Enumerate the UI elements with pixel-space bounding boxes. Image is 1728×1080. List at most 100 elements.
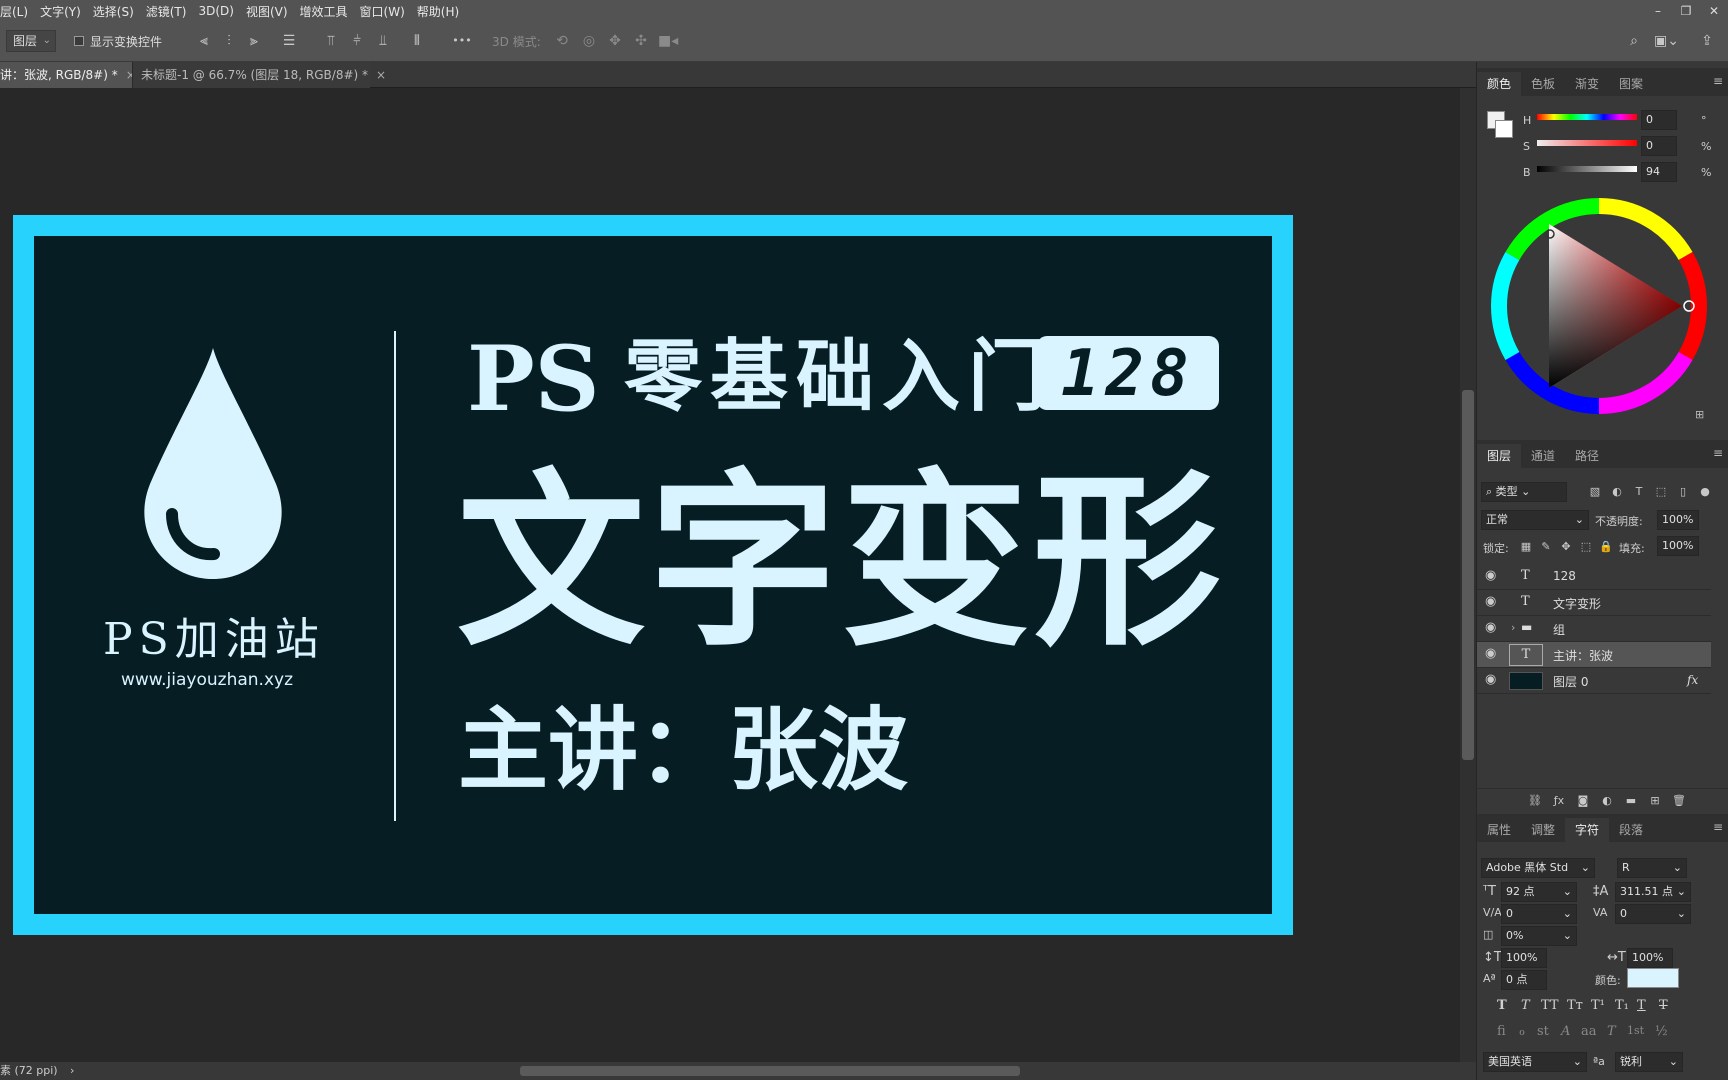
filter-pixel-icon[interactable]: ▧ xyxy=(1587,482,1603,502)
restore-button[interactable]: ❐ xyxy=(1672,4,1700,18)
status-arrow[interactable]: › xyxy=(70,1062,74,1080)
align-right-icon[interactable]: ⫸ xyxy=(245,31,263,51)
3d-roll-icon[interactable]: ◎ xyxy=(580,31,598,51)
tsume-field[interactable]: 0% ⌄ xyxy=(1501,926,1577,946)
3d-slide-icon[interactable]: ✣ xyxy=(632,31,650,51)
minimize-button[interactable]: – xyxy=(1644,4,1672,18)
layer-row[interactable]: ◉ T 128 xyxy=(1477,564,1711,590)
strikethrough-button[interactable]: T xyxy=(1659,998,1668,1013)
lock-position-icon[interactable]: ✥ xyxy=(1559,537,1573,557)
tab-channels[interactable]: 通道 xyxy=(1521,444,1565,468)
tab-document-active[interactable]: 讲：张波, RGB/8#) * × xyxy=(0,62,136,88)
artboard[interactable]: PS加油站 www.jiayouzhan.xyz PS 零基础入门 128 文字… xyxy=(13,215,1293,935)
swash-button[interactable]: A xyxy=(1561,1024,1570,1039)
search-icon[interactable]: ⌕ xyxy=(1624,31,1644,51)
link-icon[interactable]: ⛓ xyxy=(1527,791,1543,811)
align-top-icon[interactable]: ⫪ xyxy=(322,31,340,51)
eye-icon[interactable]: ◉ xyxy=(1485,594,1496,609)
layer-filter-dropdown[interactable]: ⌕ 类型 ⌄ xyxy=(1481,482,1567,502)
opacity-value[interactable]: 100% xyxy=(1657,510,1699,530)
horizontal-scroll-thumb[interactable] xyxy=(520,1066,1020,1076)
align-middle-icon[interactable]: ⫩ xyxy=(348,31,366,51)
menu-window[interactable]: 窗口(W) xyxy=(354,3,411,20)
panel-menu-icon[interactable]: ≡ xyxy=(1713,74,1723,88)
text-color-swatch[interactable] xyxy=(1627,968,1679,988)
stylistic-alternates-button[interactable]: aa xyxy=(1581,1024,1597,1039)
align-left-icon[interactable]: ⫷ xyxy=(195,31,213,51)
fx-badge[interactable]: fx xyxy=(1687,673,1698,687)
3d-pan-icon[interactable]: ✥ xyxy=(606,31,624,51)
eye-icon[interactable]: ◉ xyxy=(1485,672,1496,687)
language-dropdown[interactable]: 美国英语 ⌄ xyxy=(1483,1052,1587,1072)
lock-pixels-icon[interactable]: ✎ xyxy=(1539,537,1553,557)
lock-artboard-icon[interactable]: ⬚ xyxy=(1579,537,1593,557)
fill-value[interactable]: 100% xyxy=(1657,536,1699,556)
fx-icon[interactable]: ƒx xyxy=(1551,791,1567,811)
brightness-value[interactable]: 94 xyxy=(1641,162,1677,182)
mask-icon[interactable]: ◙ xyxy=(1575,791,1591,811)
tracking-field[interactable]: 0 ⌄ xyxy=(1615,904,1691,924)
horizontal-scale-field[interactable]: 100% xyxy=(1627,948,1673,968)
layer-row[interactable]: ◉ T 文字变形 xyxy=(1477,590,1711,616)
old-style-button[interactable]: ℴ xyxy=(1519,1024,1525,1039)
tab-paths[interactable]: 路径 xyxy=(1565,444,1609,468)
menu-view[interactable]: 视图(V) xyxy=(240,3,294,20)
3d-scale-icon[interactable]: ■◂ xyxy=(658,31,678,51)
3d-orbit-icon[interactable]: ⟲ xyxy=(553,31,571,51)
baseline-shift-field[interactable]: 0 点 xyxy=(1501,970,1547,990)
filter-adjustment-icon[interactable]: ◐ xyxy=(1609,482,1625,502)
tab-swatches[interactable]: 色板 xyxy=(1521,72,1565,96)
layer-row[interactable]: ◉ 图层 0 fx xyxy=(1477,668,1711,694)
layer-row[interactable]: ◉ › ▬ 组 xyxy=(1477,616,1711,642)
menu-3d[interactable]: 3D(D) xyxy=(192,4,239,18)
tab-color[interactable]: 颜色 xyxy=(1477,72,1522,96)
close-window-button[interactable]: ✕ xyxy=(1700,4,1728,18)
tab-gradients[interactable]: 渐变 xyxy=(1565,72,1609,96)
hue-value[interactable]: 0 xyxy=(1641,110,1677,130)
panel-menu-icon[interactable]: ≡ xyxy=(1713,446,1723,460)
layer-row-selected[interactable]: ◉ T 主讲：张波 xyxy=(1477,642,1711,668)
menu-filter[interactable]: 滤镜(T) xyxy=(140,3,193,20)
align-center-icon[interactable]: ⫶ xyxy=(220,31,238,51)
menu-type[interactable]: 文字(Y) xyxy=(34,3,87,20)
titling-button[interactable]: T xyxy=(1607,1024,1616,1039)
adjustment-layer-icon[interactable]: ◐ xyxy=(1599,791,1615,811)
subscript-button[interactable]: T₁ xyxy=(1615,998,1629,1013)
blend-mode-dropdown[interactable]: 正常 ⌄ xyxy=(1481,510,1589,530)
tab-adjustments[interactable]: 调整 xyxy=(1521,818,1565,842)
eye-icon[interactable]: ◉ xyxy=(1485,620,1496,635)
color-wheel[interactable] xyxy=(1489,196,1709,416)
menu-select[interactable]: 选择(S) xyxy=(87,3,140,20)
lock-transparent-icon[interactable]: ▦ xyxy=(1519,537,1533,557)
kerning-field[interactable]: 0 ⌄ xyxy=(1501,904,1577,924)
tab-patterns[interactable]: 图案 xyxy=(1609,72,1653,96)
trash-icon[interactable]: 🗑 xyxy=(1671,791,1687,811)
antialias-dropdown[interactable]: 锐利 ⌄ xyxy=(1615,1052,1683,1072)
tab-paragraph[interactable]: 段落 xyxy=(1609,818,1653,842)
ordinals-button[interactable]: 1st xyxy=(1627,1024,1644,1037)
menu-layer[interactable]: 层(L) xyxy=(0,3,34,20)
discretionary-ligature-button[interactable]: st xyxy=(1537,1024,1549,1039)
ligature-button[interactable]: fi xyxy=(1497,1024,1506,1039)
close-icon[interactable]: × xyxy=(376,68,386,82)
filter-type-icon[interactable]: T xyxy=(1631,482,1647,502)
saturation-value[interactable]: 0 xyxy=(1641,136,1677,156)
tab-document-untitled[interactable]: 未标题-1 @ 66.7% (图层 18, RGB/8#) * × xyxy=(132,62,386,88)
font-size-field[interactable]: 92 点 ⌄ xyxy=(1501,882,1577,902)
tab-layers[interactable]: 图层 xyxy=(1477,444,1522,468)
panel-menu-icon[interactable]: ≡ xyxy=(1713,820,1723,834)
faux-bold-button[interactable]: T xyxy=(1497,998,1507,1013)
new-group-icon[interactable]: ▬ xyxy=(1623,791,1639,811)
show-transform-checkbox[interactable] xyxy=(74,36,84,46)
brightness-slider[interactable] xyxy=(1537,166,1637,172)
tab-properties[interactable]: 属性 xyxy=(1477,818,1521,842)
align-bottom-icon[interactable]: ⫫ xyxy=(374,31,392,51)
filter-smart-icon[interactable]: ▯ xyxy=(1675,482,1691,502)
new-layer-icon[interactable]: ⊞ xyxy=(1647,791,1663,811)
tab-character[interactable]: 字符 xyxy=(1565,818,1610,842)
fractions-button[interactable]: ½ xyxy=(1655,1024,1668,1039)
underline-button[interactable]: T xyxy=(1637,998,1646,1013)
eye-icon[interactable]: ◉ xyxy=(1485,646,1496,661)
distribute-vertical-icon[interactable]: ⫴ xyxy=(408,31,426,51)
all-caps-button[interactable]: TT xyxy=(1541,998,1559,1013)
